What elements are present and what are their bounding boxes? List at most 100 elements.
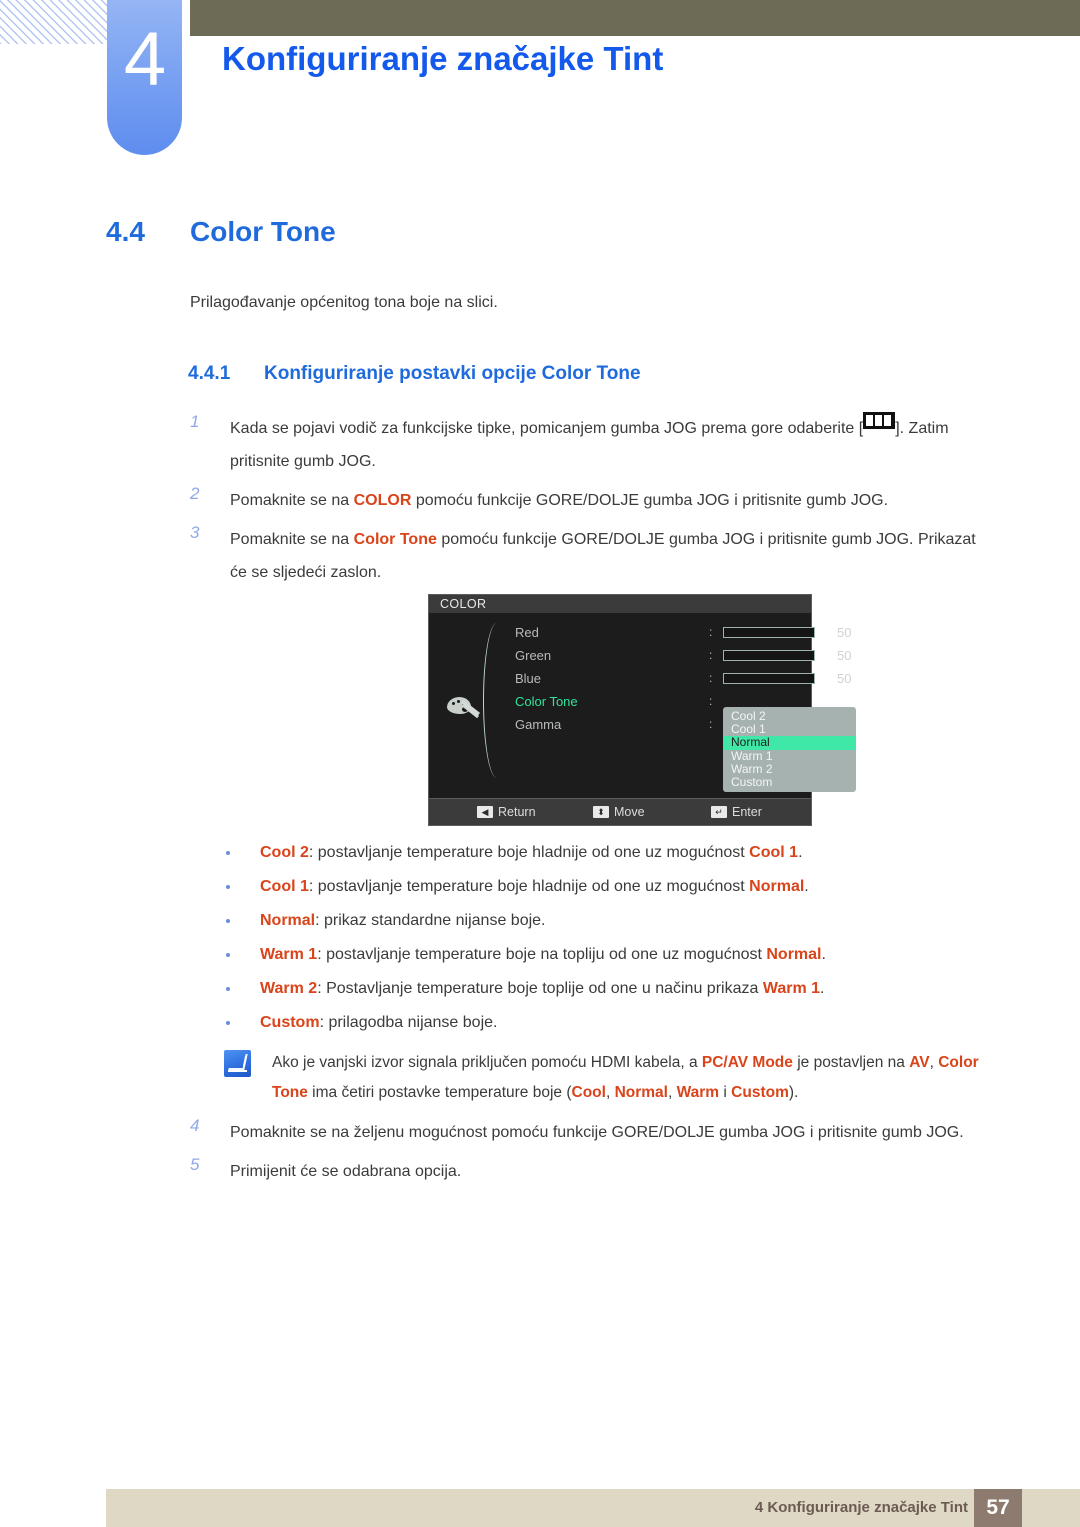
chapter-title: Konfiguriranje značajke Tint — [222, 40, 664, 77]
bullet-term: Cool 1 — [260, 878, 309, 895]
subsection-number: 4.4.1 — [188, 363, 231, 384]
note-highlight-av: AV — [909, 1054, 930, 1071]
osd-enter-action[interactable]: ↵ Enter — [711, 799, 762, 825]
osd-arc-decoration — [483, 623, 506, 778]
osd-colon: : — [709, 671, 713, 685]
bullet-text: : postavljanje temperature boje na topli… — [317, 946, 767, 963]
bullet-text: : postavljanje temperature boje hladnije… — [308, 878, 750, 895]
dropdown-option-warm-2[interactable]: Warm 2 — [723, 762, 856, 776]
osd-label: Blue — [515, 671, 542, 686]
step-text: Primijenit će se odabrana opcija. — [230, 1163, 462, 1180]
osd-move-label: Move — [614, 805, 645, 819]
page-number: 57 — [974, 1489, 1022, 1527]
note-part-1: Ako je vanjski izvor signala priključen … — [272, 1054, 702, 1071]
color-tone-options-list: Cool 2 : postavljanje temperature boje hl… — [222, 836, 1002, 1040]
list-item: 5 Primijenit će se odabrana opcija. — [190, 1155, 1000, 1188]
osd-label-selected: Color Tone — [515, 694, 578, 709]
note-part-3: , — [929, 1054, 939, 1071]
osd-colon: : — [709, 694, 713, 708]
left-arrow-icon: ◀ — [477, 806, 493, 818]
updown-arrow-icon: ⬍ — [593, 806, 609, 818]
bullet-term: Warm 1 — [260, 946, 318, 963]
step-marker: 5 — [190, 1155, 200, 1174]
list-item: 3 Pomaknite se na Color Tone pomoću funk… — [190, 523, 990, 589]
step-marker: 4 — [190, 1116, 200, 1135]
note-part-5: , — [605, 1084, 615, 1101]
note-highlight-normal: Normal — [614, 1084, 668, 1101]
bullet-term: Cool 2 — [260, 844, 309, 861]
bullet-term-2: Normal — [766, 946, 822, 963]
list-item: 1 Kada se pojavi vodič za funkcijske tip… — [190, 412, 990, 478]
osd-colon: : — [709, 625, 713, 639]
section-number: 4.4 — [106, 216, 145, 247]
note-part-4: ima četiri postavke temperature boje ( — [307, 1084, 572, 1101]
bullet-term-2: Normal — [749, 878, 805, 895]
osd-slider-blue[interactable] — [723, 673, 815, 684]
step-text-part1: Pomaknite se na — [230, 492, 354, 509]
note-highlight-pcav: PC/AV Mode — [701, 1054, 793, 1071]
list-item: Cool 2: postavljanje temperature boje hl… — [222, 836, 1002, 870]
note-callout: Ako je vanjski izvor signala priključen … — [224, 1048, 994, 1108]
enter-arrow-icon: ↵ — [711, 806, 727, 818]
chapter-number: 4 — [123, 17, 166, 102]
note-part-6: , — [667, 1084, 677, 1101]
bullet-text: : prilagodba nijanse boje. — [319, 1014, 498, 1031]
dropdown-option-warm-1[interactable]: Warm 1 — [723, 749, 856, 763]
color-tone-dropdown[interactable]: Cool 2 Cool 1 Normal Warm 1 Warm 2 Custo… — [723, 707, 856, 792]
palette-icon — [447, 693, 481, 723]
list-item: 2 Pomaknite se na COLOR pomoću funkcije … — [190, 484, 990, 517]
bullet-term-2: Warm 1 — [762, 980, 821, 997]
step-highlight: Color Tone — [353, 531, 437, 548]
footer-chapter-label: 4 Konfiguriranje značajke Tint — [754, 1499, 968, 1516]
step-text: Pomaknite se na Color Tone pomoću funkci… — [230, 531, 976, 581]
osd-label: Gamma — [515, 717, 562, 732]
osd-value: 50 — [837, 625, 852, 640]
osd-value: 50 — [837, 648, 852, 663]
note-part-8: ). — [788, 1084, 799, 1101]
step-highlight: COLOR — [353, 492, 412, 509]
osd-colon: : — [709, 717, 713, 731]
bullet-term: Custom — [260, 1014, 320, 1031]
step-text-part2: pomoću funkcije GORE/DOLJE gumba JOG i p… — [411, 492, 889, 509]
osd-row-color-tone[interactable]: Color Tone : — [515, 690, 712, 713]
osd-row-list: Red : 50 Green : 50 Blue : 50 Color Tone… — [515, 621, 851, 736]
step-text-part1: Pomaknite se na — [230, 531, 354, 548]
jog-menu-icon — [863, 412, 896, 429]
list-item: 4 Pomaknite se na željenu mogućnost pomo… — [190, 1116, 1000, 1149]
list-item: Warm 1: postavljanje temperature boje na… — [222, 938, 1002, 972]
osd-row-green[interactable]: Green : 50 — [515, 644, 851, 667]
step-text: Kada se pojavi vodič za funkcijske tipke… — [230, 412, 949, 470]
bullet-text: : Postavljanje temperature boje toplije … — [317, 980, 763, 997]
bullet-end: . — [798, 844, 803, 861]
subsection-title: Konfiguriranje postavki opcije Color Ton… — [264, 363, 641, 384]
osd-row-gamma[interactable]: Gamma : — [515, 713, 712, 736]
subsection-heading: 4.4.1 Konfiguriranje postavki opcije Colo… — [188, 363, 641, 385]
bullet-term: Warm 2 — [260, 980, 318, 997]
osd-label: Green — [515, 648, 552, 663]
osd-footer-bar: ◀ Return ⬍ Move ↵ Enter — [429, 798, 811, 825]
step-marker: 2 — [190, 484, 200, 503]
bullet-end: . — [804, 878, 809, 895]
list-item: Normal: prikaz standardne nijanse boje. — [222, 904, 1002, 938]
bullet-dot-icon — [226, 1021, 230, 1025]
osd-move-action[interactable]: ⬍ Move — [593, 799, 645, 825]
note-highlight-cool: Cool — [571, 1084, 606, 1101]
osd-slider-green[interactable] — [723, 650, 815, 661]
osd-colon: : — [709, 648, 713, 662]
step-text: Pomaknite se na COLOR pomoću funkcije GO… — [230, 492, 888, 509]
note-pen-icon — [224, 1050, 251, 1077]
osd-label: Red — [515, 625, 539, 640]
dropdown-option-custom[interactable]: Custom — [723, 775, 856, 789]
dropdown-option-normal[interactable]: Normal — [723, 736, 856, 750]
bullet-term-2: Cool 1 — [749, 844, 799, 861]
osd-row-blue[interactable]: Blue : 50 — [515, 667, 851, 690]
section-intro-text: Prilagođavanje općenitog tona boje na sl… — [190, 294, 498, 311]
osd-screenshot: COLOR Red : 50 Green : 50 Blue : 50 Colo… — [428, 594, 856, 826]
osd-return-action[interactable]: ◀ Return — [477, 799, 536, 825]
bullet-dot-icon — [226, 953, 230, 957]
bullet-end: . — [821, 946, 826, 963]
osd-slider-red[interactable] — [723, 627, 815, 638]
header-olive-bar — [190, 0, 1080, 36]
osd-row-red[interactable]: Red : 50 — [515, 621, 851, 644]
osd-value: 50 — [837, 671, 852, 686]
